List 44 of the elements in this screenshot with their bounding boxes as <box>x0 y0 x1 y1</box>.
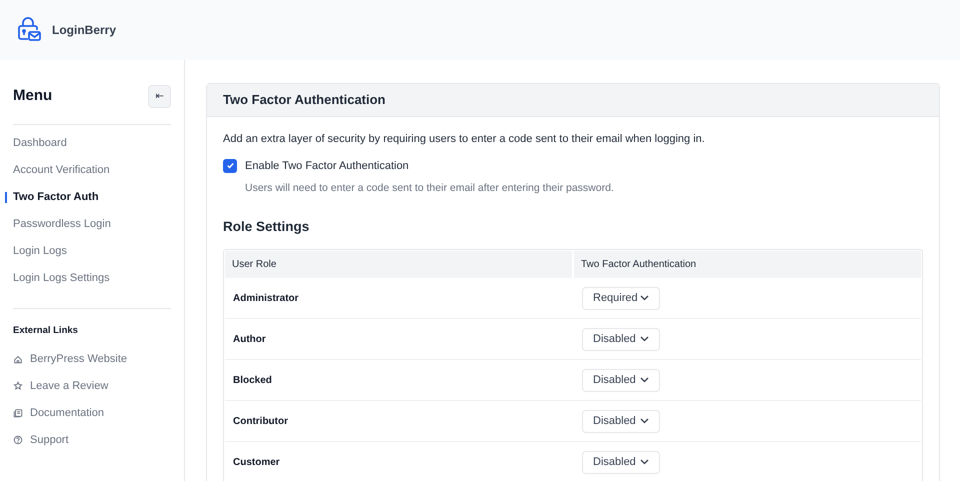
nav-item[interactable]: Login Logs Settings <box>13 265 171 292</box>
chevron-down-icon <box>640 377 649 383</box>
nav-item[interactable]: Account Verification <box>13 157 171 184</box>
active-indicator <box>5 192 7 203</box>
checkbox-label: Enable Two Factor Authentication <box>245 158 409 174</box>
home-icon <box>13 354 23 364</box>
brand-name: LoginBerry <box>52 22 116 39</box>
panel-title: Two Factor Authentication <box>223 91 386 110</box>
lock-mail-icon <box>16 17 42 43</box>
column-header: User Role <box>225 251 572 278</box>
setting-dropdown[interactable]: Required <box>582 286 660 310</box>
section-heading: Role Settings <box>223 218 310 236</box>
chevron-down-icon <box>640 459 649 465</box>
role-name: Contributor <box>232 414 289 428</box>
role-name: Blocked <box>232 374 273 388</box>
star-icon <box>13 380 23 391</box>
role-name: Administrator <box>232 292 300 306</box>
setting-dropdown[interactable]: Disabled <box>582 450 660 474</box>
setting-dropdown[interactable]: Disabled <box>582 368 660 392</box>
role-name: Author <box>232 332 267 346</box>
help-icon <box>13 434 23 445</box>
collapse-button[interactable]: ⇤ <box>148 85 171 108</box>
setting-dropdown[interactable]: Disabled <box>582 410 660 432</box>
nav-item[interactable]: Passwordless Login <box>13 211 171 238</box>
external-link[interactable]: Support <box>30 432 69 448</box>
external-link[interactable]: Leave a Review <box>30 378 108 394</box>
document-icon <box>13 408 23 418</box>
menu-title: Menu <box>13 86 52 106</box>
chevron-down-icon <box>640 418 649 424</box>
chevron-down-icon <box>640 295 649 301</box>
description: Add an extra layer of security by requiring users to enter a code sent to their email when logging in. <box>223 132 706 147</box>
external-link[interactable]: BerryPress Website <box>30 350 127 367</box>
nav-item[interactable]: Dashboard <box>13 130 171 157</box>
checkbox-hint: Users will need to enter a code sent to their email after entering their password. <box>245 181 615 196</box>
role-name: Customer <box>232 456 281 470</box>
column-header: Two Factor Authentication <box>574 251 921 278</box>
external-link[interactable]: Documentation <box>30 404 104 421</box>
section-title: External Links <box>13 324 79 338</box>
setting-dropdown[interactable]: Disabled <box>582 328 660 350</box>
nav-item[interactable]: Login Logs <box>13 238 171 265</box>
nav-item[interactable]: Two Factor Auth <box>13 184 171 211</box>
check-icon <box>226 161 234 170</box>
enable-checkbox[interactable] <box>223 158 237 173</box>
chevron-down-icon <box>640 336 649 342</box>
